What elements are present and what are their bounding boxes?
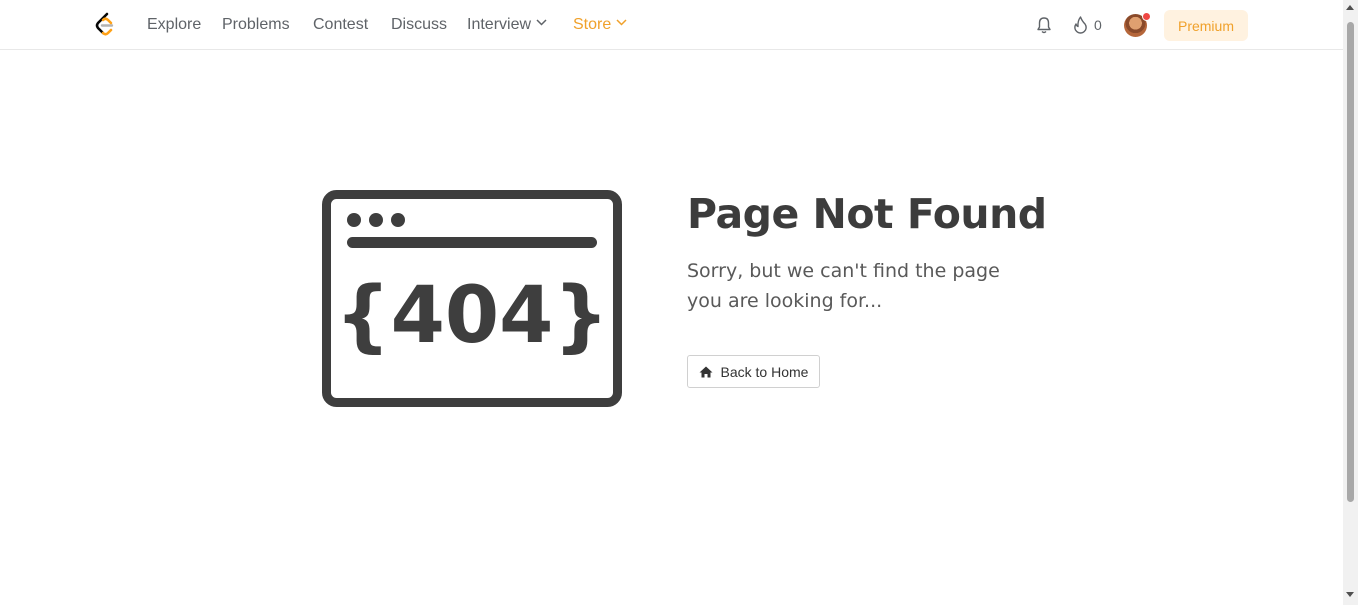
404-illustration: {404} xyxy=(322,190,622,407)
notification-dot xyxy=(1142,12,1151,21)
top-navbar: Explore Problems Contest Discuss Intervi… xyxy=(0,0,1343,50)
premium-button[interactable]: Premium xyxy=(1164,10,1248,41)
leetcode-logo[interactable] xyxy=(94,12,116,37)
404-text: {404} xyxy=(335,271,609,361)
nav-store-label: Store xyxy=(573,16,612,33)
chevron-down-icon xyxy=(616,19,627,26)
streak-count: 0 xyxy=(1094,17,1102,33)
home-icon xyxy=(699,366,713,377)
nav-interview-label: Interview xyxy=(467,16,532,33)
nav-discuss[interactable]: Discuss xyxy=(391,15,447,35)
page-subtitle: Sorry, but we can't find the page you ar… xyxy=(687,260,1000,312)
back-to-home-label: Back to Home xyxy=(720,363,809,380)
back-to-home-button[interactable]: Back to Home xyxy=(687,355,820,388)
nav-explore[interactable]: Explore xyxy=(147,15,201,35)
fire-icon xyxy=(1074,16,1087,34)
page-title: Page Not Found xyxy=(687,190,1047,238)
nav-interview[interactable]: Interview xyxy=(467,15,547,35)
bell-icon[interactable] xyxy=(1035,16,1053,34)
scroll-down-icon[interactable] xyxy=(1346,592,1354,597)
scroll-thumb[interactable] xyxy=(1347,22,1354,502)
nav-store[interactable]: Store xyxy=(573,15,627,35)
nav-contest[interactable]: Contest xyxy=(313,15,368,35)
nav-problems[interactable]: Problems xyxy=(222,15,290,35)
vertical-scrollbar[interactable] xyxy=(1343,0,1358,605)
streak-counter[interactable]: 0 xyxy=(1073,15,1102,35)
scroll-up-icon[interactable] xyxy=(1346,5,1354,10)
chevron-down-icon xyxy=(536,19,547,26)
